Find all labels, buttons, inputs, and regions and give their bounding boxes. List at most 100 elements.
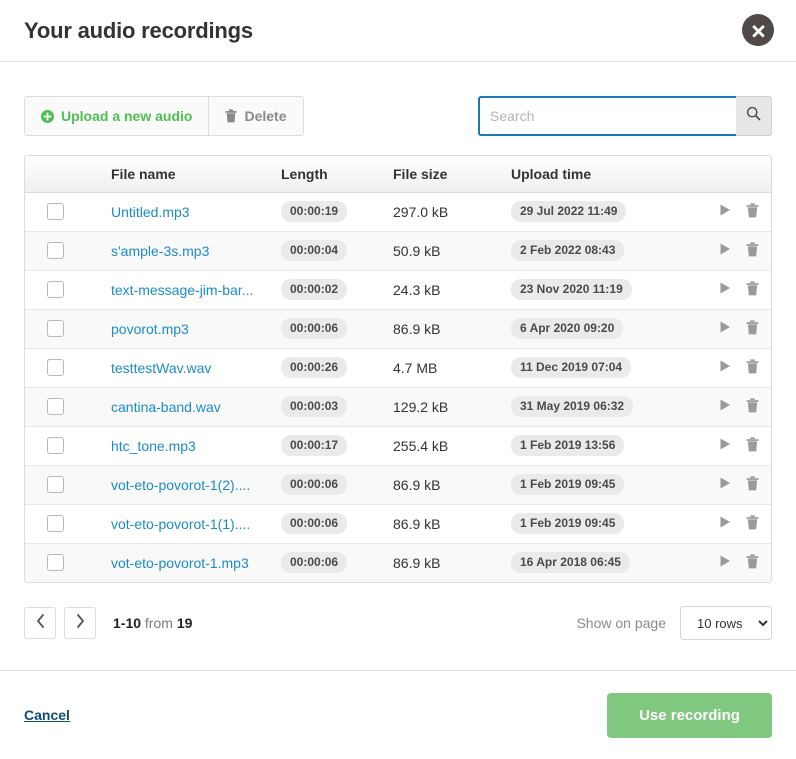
row-select-cell [25, 543, 103, 582]
play-icon[interactable] [718, 281, 732, 298]
row-file-name-cell: vot-eto-povorot-1(1).... [103, 504, 273, 543]
rows-per-page-group: Show on page 10 rows25 rows50 rows100 ro… [576, 606, 772, 640]
search-input[interactable] [478, 96, 736, 136]
row-select-cell [25, 270, 103, 309]
upload-time-badge: 2 Feb 2022 08:43 [511, 240, 625, 261]
upload-time-badge: 1 Feb 2019 09:45 [511, 513, 625, 534]
row-select-cell [25, 192, 103, 231]
row-select-cell [25, 504, 103, 543]
trash-icon [225, 109, 237, 123]
row-actions-cell [683, 426, 771, 465]
row-file-size-cell: 86.9 kB [393, 515, 441, 532]
play-icon[interactable] [718, 437, 732, 454]
trash-icon[interactable] [746, 359, 759, 377]
play-icon[interactable] [718, 554, 732, 571]
toolbar-button-group: Upload a new audio Delete [24, 96, 304, 136]
play-icon[interactable] [718, 515, 732, 532]
trash-icon[interactable] [746, 437, 759, 455]
row-checkbox[interactable] [47, 359, 64, 376]
row-checkbox[interactable] [47, 320, 64, 337]
play-icon[interactable] [718, 242, 732, 259]
trash-icon[interactable] [746, 476, 759, 494]
row-upload-time-cell: 2 Feb 2022 08:43 [503, 231, 683, 270]
trash-icon[interactable] [746, 398, 759, 416]
cancel-button[interactable]: Cancel [24, 707, 70, 723]
table-row: vot-eto-povorot-1(1).... 00:00:06 86.9 kB 1… [25, 504, 771, 543]
row-checkbox[interactable] [47, 203, 64, 220]
upload-time-badge: 1 Feb 2019 13:56 [511, 435, 625, 456]
trash-icon[interactable] [746, 554, 759, 572]
row-length-cell: 00:00:06 [273, 504, 385, 543]
row-actions-cell [683, 504, 771, 543]
upload-time-badge: 16 Apr 2018 06:45 [511, 552, 630, 574]
file-name-link[interactable]: vot-eto-povorot-1(1).... [111, 516, 265, 532]
file-name-link[interactable]: testtestWav.wav [111, 360, 265, 376]
rows-per-page-select[interactable]: 10 rows25 rows50 rows100 rows [680, 606, 772, 640]
row-select-cell [25, 348, 103, 387]
row-file-name-cell: htc_tone.mp3 [103, 426, 273, 465]
row-upload-time-cell: 16 Apr 2018 06:45 [503, 543, 683, 582]
row-select-cell [25, 309, 103, 348]
toolbar: Upload a new audio Delete [0, 62, 796, 144]
row-actions-cell [683, 309, 771, 348]
file-name-link[interactable]: povorot.mp3 [111, 321, 265, 337]
file-name-link[interactable]: vot-eto-povorot-1(2).... [111, 477, 265, 493]
row-checkbox[interactable] [47, 515, 64, 532]
pagination-summary: 1-10 from 19 [113, 615, 192, 631]
row-checkbox[interactable] [47, 242, 64, 259]
row-checkbox[interactable] [47, 398, 64, 415]
use-recording-button[interactable]: Use recording [607, 692, 772, 738]
upload-new-audio-button[interactable]: Upload a new audio [25, 97, 210, 135]
column-header-upload-time: Upload time [503, 156, 683, 193]
play-icon[interactable] [718, 476, 732, 493]
pagination-next-button[interactable] [64, 607, 96, 639]
row-file-name-cell: vot-eto-povorot-1(2).... [103, 465, 273, 504]
row-checkbox[interactable] [47, 554, 64, 572]
trash-icon[interactable] [746, 242, 759, 260]
length-badge: 00:00:06 [281, 513, 348, 534]
row-upload-time-cell: 1 Feb 2019 09:45 [503, 504, 683, 543]
row-file-name-cell: testtestWav.wav [103, 348, 273, 387]
trash-icon[interactable] [746, 281, 759, 299]
row-checkbox[interactable] [47, 437, 64, 454]
file-name-link[interactable]: Untitled.mp3 [111, 204, 265, 220]
column-header-select [25, 156, 103, 193]
file-name-link[interactable]: htc_tone.mp3 [111, 438, 265, 454]
row-checkbox[interactable] [47, 281, 64, 298]
row-file-size-cell: 297.0 kB [393, 203, 449, 220]
row-upload-time-cell: 29 Jul 2022 11:49 [503, 192, 683, 231]
table-row: htc_tone.mp3 00:00:17 255.4 kB 1 Feb 2019 1… [25, 426, 771, 465]
upload-time-badge: 31 May 2019 06:32 [511, 396, 634, 417]
file-name-link[interactable]: vot-eto-povorot-1.mp3 [111, 555, 265, 571]
play-icon[interactable] [718, 359, 732, 376]
play-icon[interactable] [718, 203, 732, 220]
column-header-file-size: File size [385, 156, 503, 193]
table-row: povorot.mp3 00:00:06 86.9 kB 6 Apr 2020 09:… [25, 309, 771, 348]
upload-time-badge: 6 Apr 2020 09:20 [511, 318, 624, 339]
delete-selected-button[interactable]: Delete [209, 97, 303, 135]
chevron-left-icon [36, 613, 45, 633]
close-icon[interactable] [742, 14, 774, 46]
row-checkbox[interactable] [47, 476, 64, 493]
file-name-link[interactable]: s'ample-3s.mp3 [111, 243, 265, 259]
trash-icon[interactable] [746, 203, 759, 221]
row-file-size-cell: 4.7 MB [393, 359, 438, 376]
file-name-link[interactable]: cantina-band.wav [111, 399, 265, 415]
row-actions-cell [683, 270, 771, 309]
row-file-size-cell: 86.9 kB [393, 554, 441, 571]
play-icon[interactable] [718, 320, 732, 337]
row-file-size-cell: 86.9 kB [393, 320, 441, 337]
row-upload-time-cell: 31 May 2019 06:32 [503, 387, 683, 426]
row-file-name-cell: cantina-band.wav [103, 387, 273, 426]
length-badge: 00:00:26 [281, 357, 348, 378]
pagination-prev-button[interactable] [24, 607, 56, 639]
search-button[interactable] [736, 96, 772, 136]
trash-icon[interactable] [746, 515, 759, 533]
file-name-link[interactable]: text-message-jim-bar... [111, 282, 265, 298]
play-icon[interactable] [718, 398, 732, 415]
length-badge: 00:00:03 [281, 396, 348, 417]
row-file-size-cell: 255.4 kB [393, 437, 449, 454]
row-select-cell [25, 465, 103, 504]
row-length-cell: 00:00:17 [273, 426, 385, 465]
trash-icon[interactable] [746, 320, 759, 338]
